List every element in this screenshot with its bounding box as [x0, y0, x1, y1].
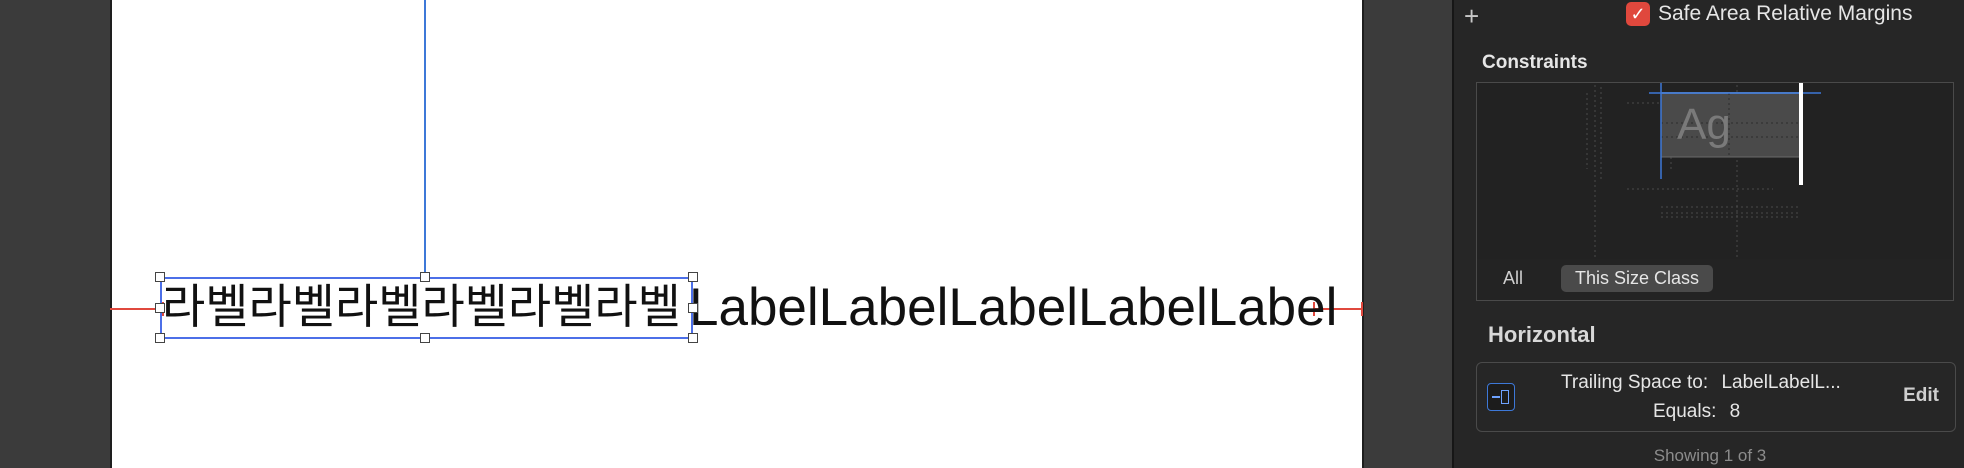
edit-button[interactable]: Edit [1903, 385, 1939, 407]
resize-handle-top-left[interactable] [155, 272, 165, 282]
scope-tabs: All This Size Class [1476, 259, 1954, 301]
size-inspector-panel: + ✓ Safe Area Relative Margins Constrain… [1452, 0, 1964, 468]
safe-area-margins-row[interactable]: ✓ Safe Area Relative Margins [1626, 2, 1912, 26]
safe-area-margins-label: Safe Area Relative Margins [1658, 2, 1913, 25]
constraint-preview: Ag [1476, 73, 1954, 260]
trailing-constraint-indicator[interactable] [1799, 73, 1803, 185]
resize-handle-bottom-right[interactable] [688, 333, 698, 343]
constraint-target: LabelLabelL... [1721, 372, 1841, 393]
equals-value: 8 [1729, 401, 1741, 422]
canvas-background-left [0, 0, 110, 468]
selected-korean-label[interactable]: 라벨라벨라벨라벨라벨라벨 [160, 277, 693, 339]
resize-handle-left[interactable] [155, 303, 165, 313]
view-controller-scene[interactable] [110, 0, 1364, 468]
horizontal-section-title: Horizontal [1488, 322, 1596, 347]
showing-count: Showing 1 of 3 [1653, 446, 1767, 465]
resize-handle-top-right[interactable] [688, 272, 698, 282]
constraint-equals: Equals: 8 [1653, 401, 1740, 423]
tab-this-size-class[interactable]: This Size Class [1561, 265, 1714, 292]
resize-handle-bottom[interactable] [420, 333, 430, 343]
constraint-diagram: Ag [1586, 73, 1821, 259]
trailing-space-constraint-row[interactable]: Trailing Space to: LabelLabelL... Equals… [1476, 362, 1956, 432]
equals-label: Equals: [1653, 401, 1717, 422]
english-label[interactable]: LabelLabelLabelLabelLabel [689, 278, 1337, 338]
constraint-attribute: Trailing Space to: LabelLabelL... [1561, 372, 1841, 394]
add-icon[interactable]: + [1464, 2, 1479, 30]
attribute-label: Trailing Space to: [1561, 372, 1709, 393]
trailing-space-icon [1487, 383, 1515, 411]
resize-handle-right[interactable] [688, 303, 698, 313]
top-constraint-line[interactable] [424, 0, 426, 276]
constraints-section-title: Constraints [1482, 52, 1588, 73]
resize-handle-bottom-left[interactable] [155, 333, 165, 343]
resize-handle-top[interactable] [420, 272, 430, 282]
preview-glyph: Ag [1677, 100, 1731, 149]
tab-all[interactable]: All [1503, 268, 1523, 289]
checkmark-icon[interactable]: ✓ [1626, 2, 1650, 26]
canvas-background-right [1364, 0, 1452, 468]
